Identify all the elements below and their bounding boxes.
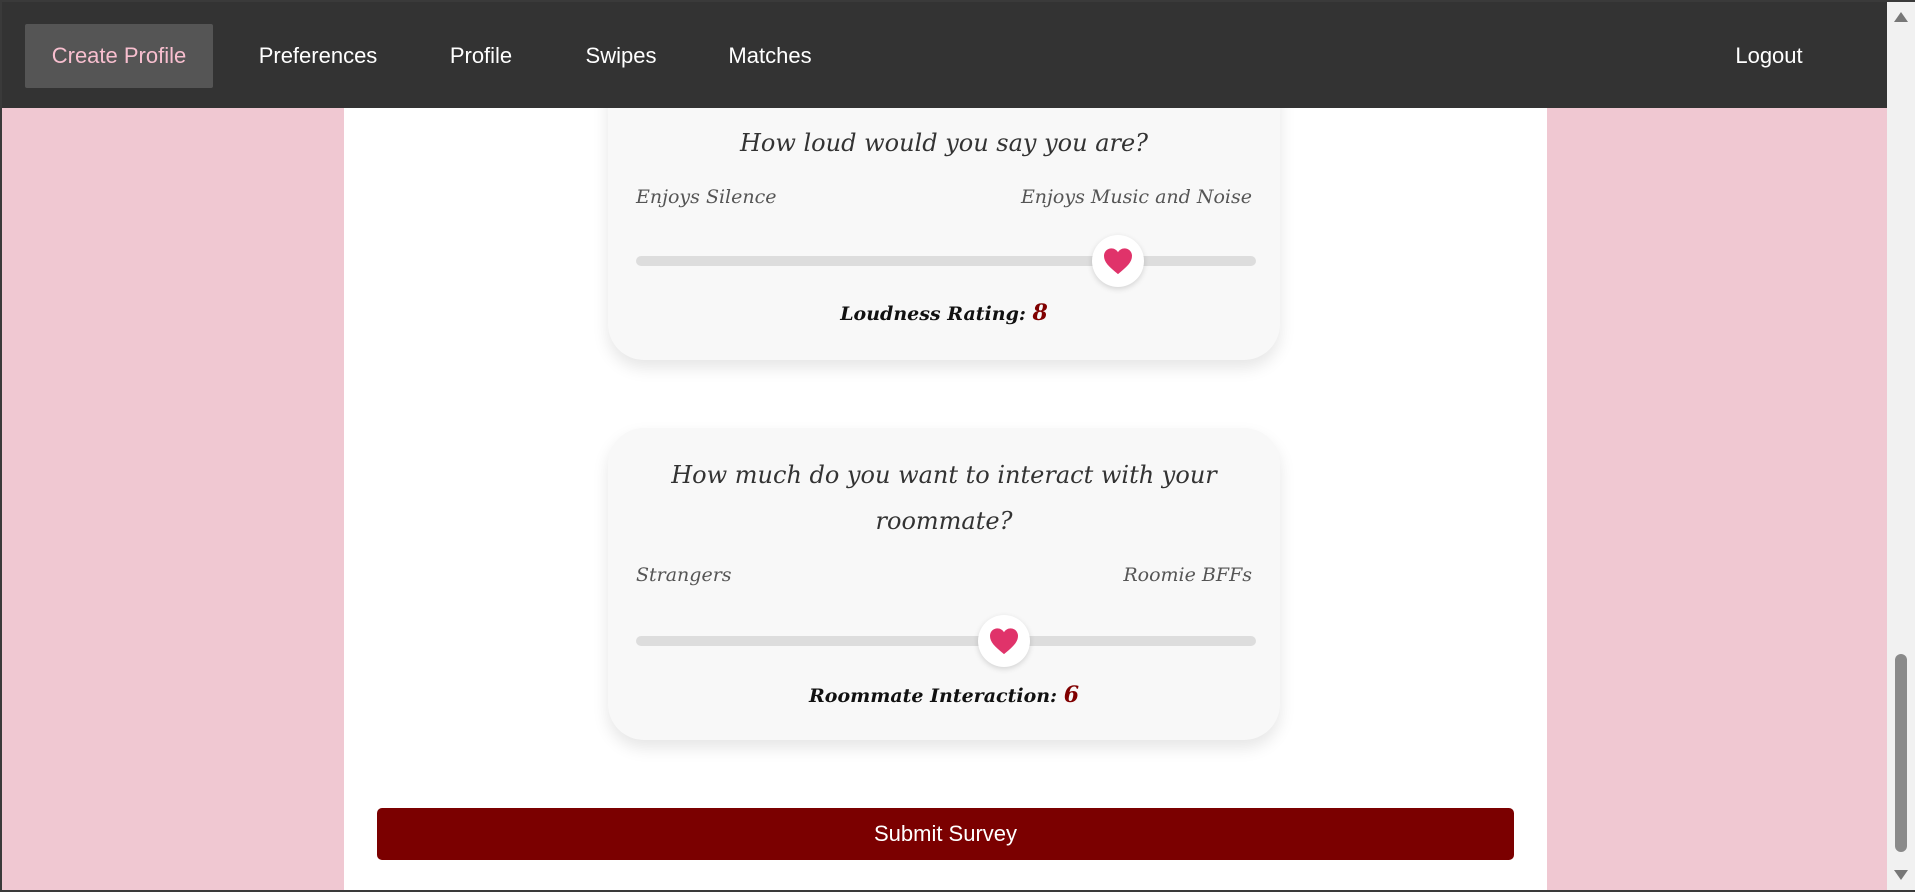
scroll-down-arrow-icon[interactable]: [1894, 870, 1908, 880]
interaction-rating-value: 6: [1063, 682, 1080, 708]
page-scrollbar[interactable]: [1887, 0, 1915, 892]
interaction-question-line2: roommate?: [875, 507, 1013, 535]
interaction-min-label: Strangers: [636, 564, 732, 586]
nav-create-profile[interactable]: Create Profile: [25, 24, 213, 88]
interaction-slider-track[interactable]: [636, 636, 1256, 646]
interaction-rating-label: Roommate Interaction:: [808, 685, 1058, 707]
nav-preferences[interactable]: Preferences: [235, 24, 401, 88]
loudness-question: How loud would you say you are?: [739, 129, 1149, 157]
logout-button[interactable]: Logout: [1714, 24, 1824, 88]
loudness-rating: Loudness Rating: 8: [608, 300, 1280, 326]
main-content: How loud would you say you are? Enjoys S…: [344, 2, 1547, 892]
scrollbar-thumb[interactable]: [1895, 654, 1907, 852]
nav-matches[interactable]: Matches: [704, 24, 836, 88]
submit-survey-button[interactable]: Submit Survey: [377, 808, 1514, 860]
nav-swipes[interactable]: Swipes: [562, 24, 680, 88]
loudness-min-label: Enjoys Silence: [636, 186, 777, 208]
interaction-question-line1: How much do you want to interact with yo…: [671, 461, 1217, 489]
loudness-slider-track[interactable]: [636, 256, 1256, 266]
interaction-slider-thumb[interactable]: [978, 615, 1030, 667]
loudness-rating-value: 8: [1032, 300, 1048, 326]
interaction-card: How much do you want to interact with yo…: [608, 428, 1280, 740]
interaction-question: How much do you want to interact with yo…: [648, 452, 1240, 544]
loudness-slider-thumb[interactable]: [1092, 235, 1144, 287]
nav-profile[interactable]: Profile: [425, 24, 537, 88]
loudness-rating-label: Loudness Rating:: [840, 303, 1026, 325]
heart-icon: [1104, 248, 1132, 275]
scroll-up-arrow-icon[interactable]: [1894, 12, 1908, 22]
top-navbar: Create Profile Preferences Profile Swipe…: [2, 2, 1887, 108]
interaction-rating: Roommate Interaction: 6: [608, 682, 1280, 708]
heart-icon: [990, 628, 1018, 655]
interaction-max-label: Roomie BFFs: [1123, 564, 1252, 586]
loudness-max-label: Enjoys Music and Noise: [1020, 186, 1252, 208]
